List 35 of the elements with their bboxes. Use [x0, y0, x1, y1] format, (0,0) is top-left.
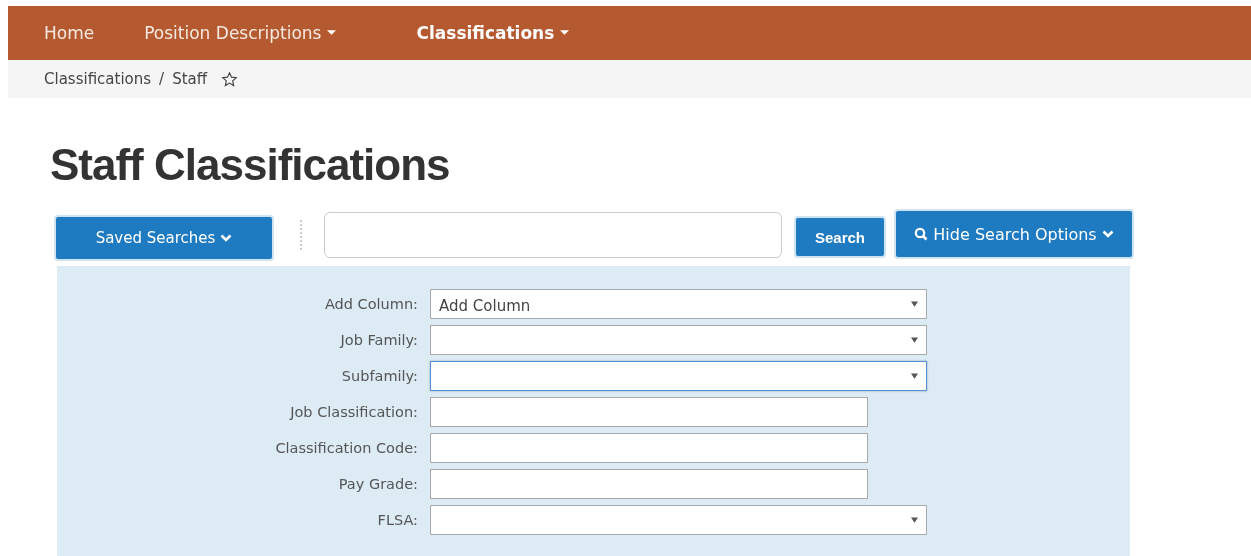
chevron-down-icon — [1101, 230, 1114, 238]
field-label: Job Family: — [338, 332, 418, 348]
saved-searches-button[interactable]: Saved Searches — [54, 215, 274, 261]
breadcrumb-separator: / — [159, 70, 165, 88]
search-field[interactable] — [324, 212, 782, 258]
dropdown-arrow-icon — [911, 517, 918, 523]
chevron-down-icon — [220, 234, 233, 242]
field-label: Subfamily: — [340, 368, 418, 384]
breadcrumb-link[interactable]: Classifications — [44, 70, 152, 88]
page-title: Staff Classifications — [50, 140, 451, 190]
text-field[interactable] — [430, 433, 868, 463]
nav-link[interactable]: Position Descriptions — [144, 23, 337, 43]
field-label: Job Classification: — [288, 404, 418, 420]
search-button[interactable]: Search — [794, 216, 886, 258]
dropdown-field[interactable] — [430, 361, 927, 391]
nav-link[interactable]: Classifications — [416, 23, 570, 43]
breadcrumb-link[interactable]: Staff — [172, 70, 208, 88]
dropdown-arrow-icon — [911, 337, 918, 343]
field-label: Pay Grade: — [337, 476, 418, 492]
dropdown-arrow-icon — [911, 301, 918, 307]
dropdown-arrow-icon — [911, 373, 918, 379]
field-label: Classification Code: — [274, 440, 418, 456]
nav-link[interactable]: Home — [44, 23, 95, 43]
text-field[interactable] — [430, 397, 868, 427]
star-icon[interactable] — [221, 70, 239, 88]
dropdown-field[interactable] — [430, 325, 927, 355]
field-label: FLSA: — [376, 512, 418, 528]
field-label: Add Column: — [323, 296, 418, 312]
caret-icon — [327, 30, 337, 36]
dropdown-field[interactable]: Add Column — [430, 289, 927, 319]
search-icon — [914, 227, 929, 241]
dropdown-field[interactable] — [430, 505, 927, 535]
text-field[interactable] — [430, 469, 868, 499]
hide-search-options-button[interactable]: Hide Search Options — [894, 209, 1134, 259]
caret-icon — [560, 30, 570, 36]
